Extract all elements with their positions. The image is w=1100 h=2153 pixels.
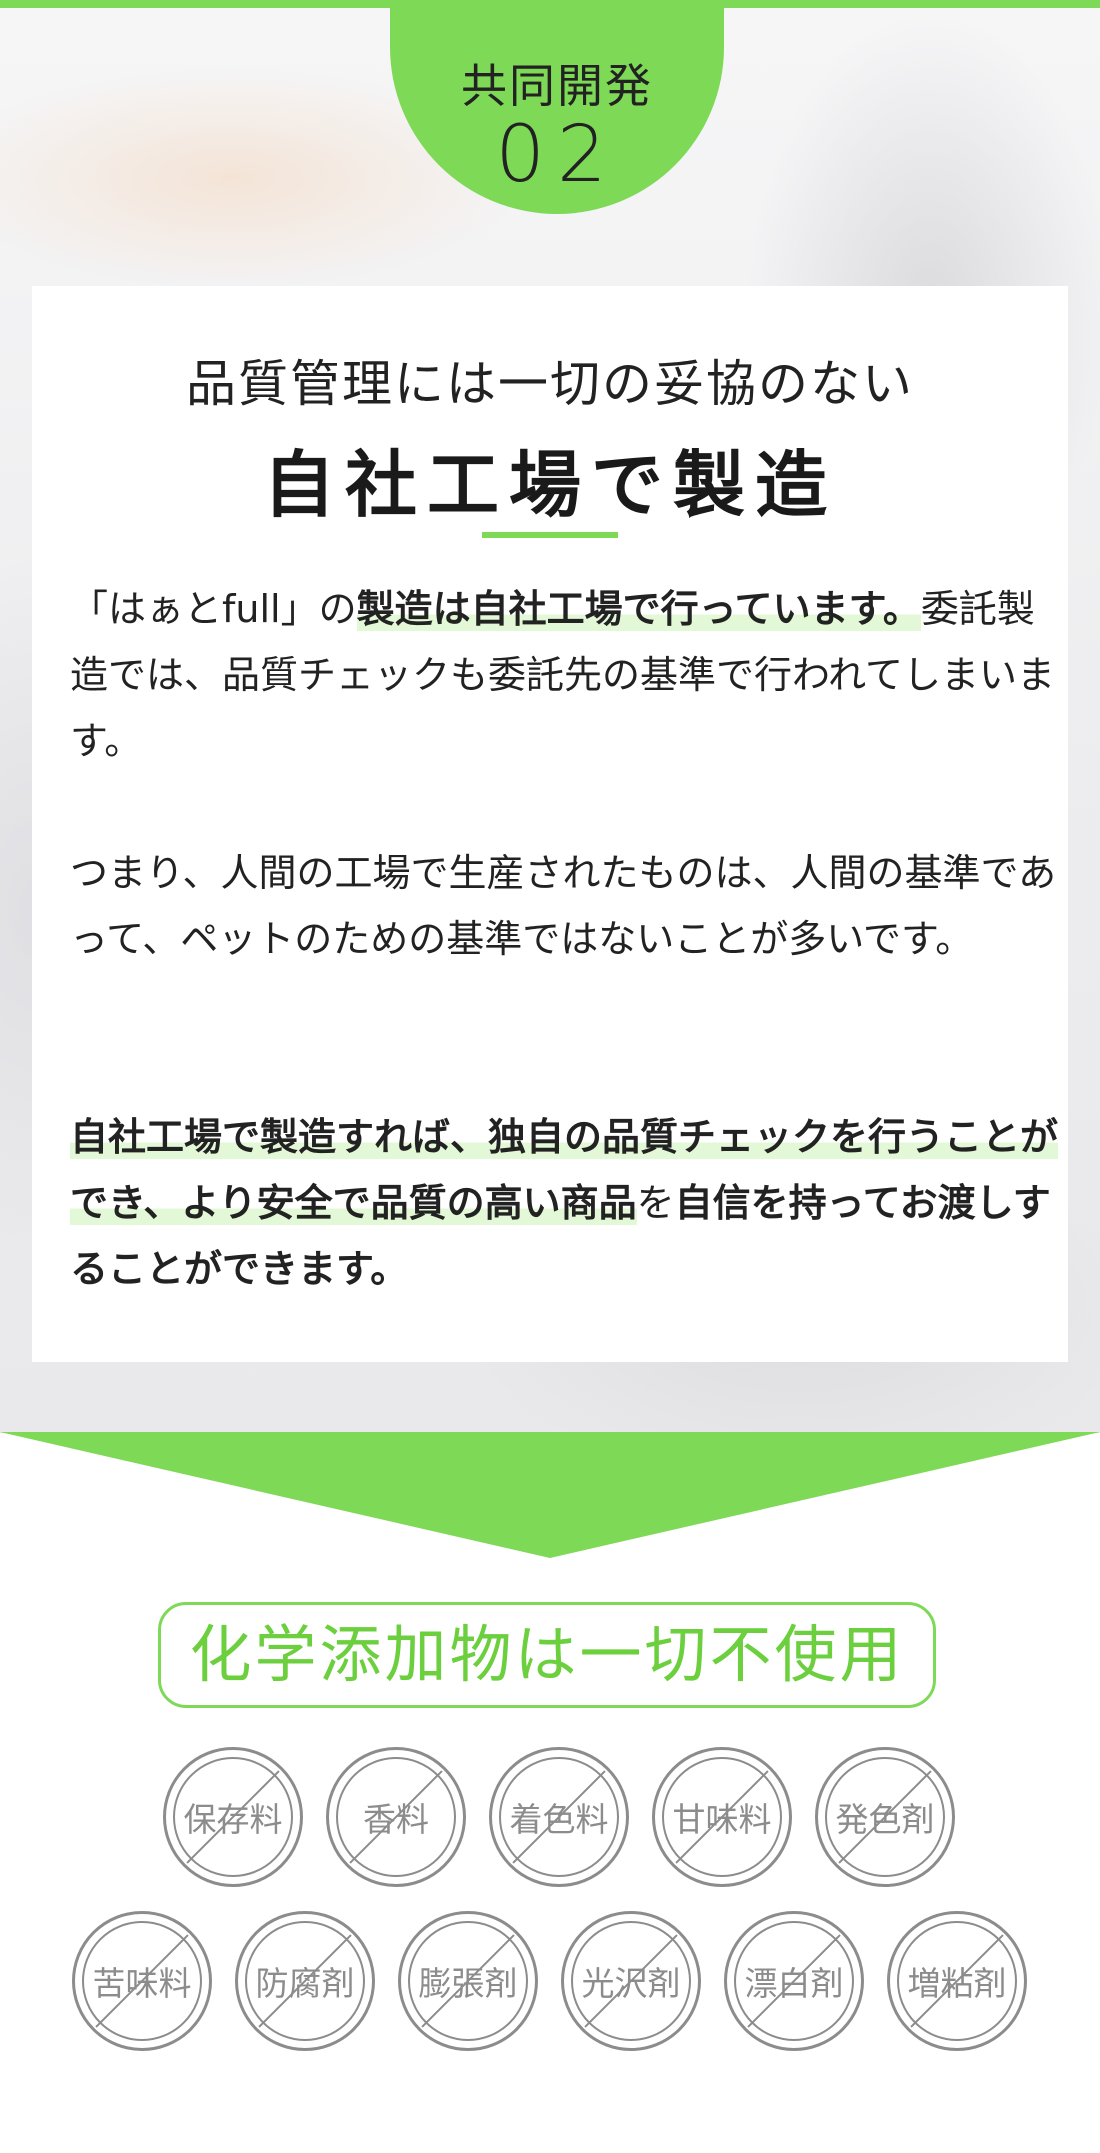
p1-highlight: 製造は自社工場で行っています。 [356,587,921,631]
no-additive-label: 漂白剤 [744,1964,844,2003]
badge-title: 共同開発 [461,59,653,113]
p3-mid: を [636,1181,675,1225]
no-additive-icon: 膨張剤 [398,1911,538,2051]
no-additive-icon: 光沢剤 [561,1911,701,2051]
no-additive-icon: 香料 [326,1747,466,1887]
heading-subtitle: 品質管理には一切の妥協のない [186,355,914,413]
no-additive-label: 膨張剤 [418,1964,518,2003]
no-additive-icon: 苦味料 [72,1911,212,2051]
no-additive-icon: 甘味料 [652,1747,792,1887]
paragraph-2: つまり、人間の工場で生産されたものは、人間の基準であって、ペットのための基準では… [70,851,1057,961]
no-additive-label: 香料 [363,1800,429,1839]
no-additive-label: 苦味料 [92,1964,192,2003]
heading-main: 自社工場で製造 [262,443,837,527]
additive-free-title: 化学添加物は一切不使用 [158,1602,936,1708]
no-additive-icon: 増粘剤 [887,1911,1027,2051]
p1-lead: 「はぁとfull」の [70,587,357,631]
heading-underline [482,532,618,538]
no-additive-icon: 発色剤 [815,1747,955,1887]
no-additive-label: 防腐剤 [255,1964,355,2003]
no-additive-icon: 漂白剤 [724,1911,864,2051]
no-additive-label: 甘味料 [672,1800,772,1839]
no-additive-icon: 防腐剤 [235,1911,375,2051]
badge-number: 02 [495,110,619,200]
no-additive-label: 着色料 [509,1800,609,1839]
no-additive-label: 保存料 [183,1800,283,1839]
no-additive-icon: 保存料 [163,1747,303,1887]
content-card: 品質管理には一切の妥協のない 自社工場で製造 「はぁとfull」の製造は自社工場… [32,286,1068,1362]
no-additive-icon: 着色料 [489,1747,629,1887]
paragraph-1: 「はぁとfull」の製造は自社工場で行っています。委託製造では、品質チェックも委… [70,576,1060,774]
no-additive-label: 増粘剤 [907,1964,1007,2003]
paragraph-3: 自社工場で製造すれば、独自の品質チェックを行うことができ、より安全で品質の高い商… [70,1104,1060,1302]
down-arrow-divider [0,1432,1100,1558]
no-additive-label: 発色剤 [835,1800,935,1839]
no-additive-label: 光沢剤 [581,1964,681,2003]
section-badge: 共同開発 02 [390,0,724,214]
